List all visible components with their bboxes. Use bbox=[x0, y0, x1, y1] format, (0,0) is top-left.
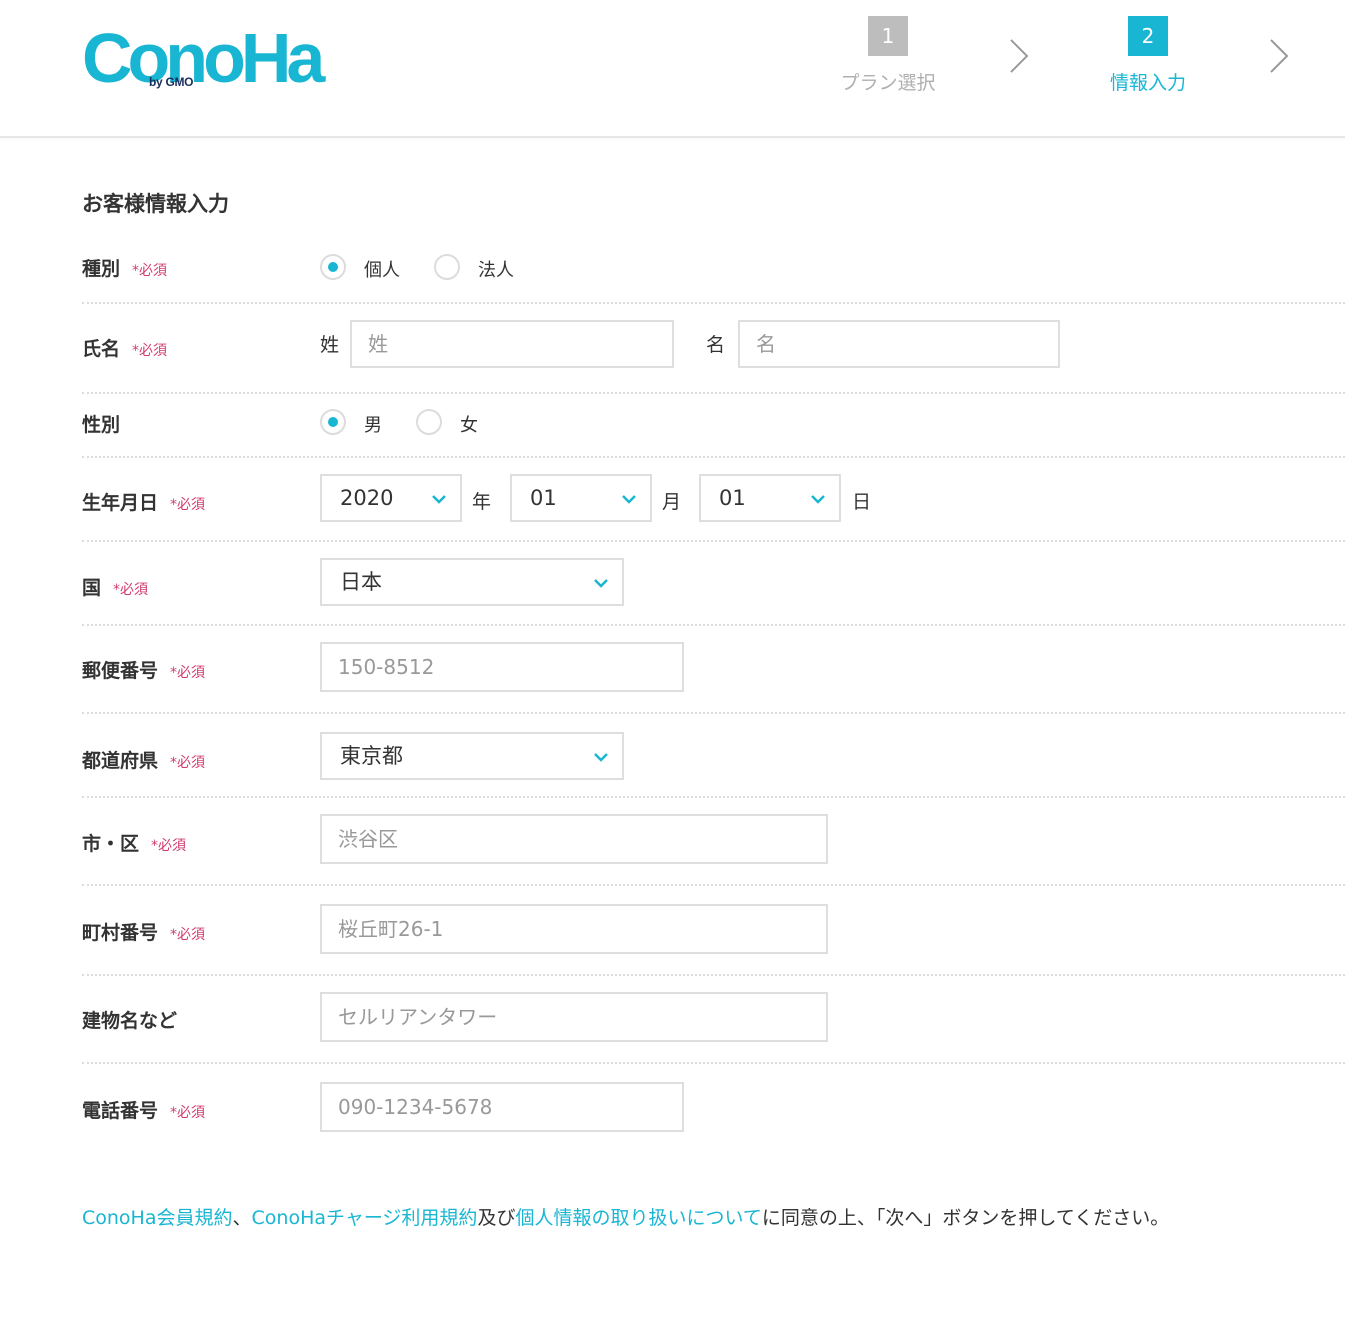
postal-label: 郵便番号 *必須 bbox=[82, 660, 206, 682]
first-name-input[interactable] bbox=[740, 322, 1058, 366]
building-label: 建物名など bbox=[82, 1010, 178, 1032]
gender-label: 性別 bbox=[82, 414, 121, 436]
city-label: 市・区 *必須 bbox=[82, 833, 187, 855]
birth-year-value: 2020 bbox=[340, 486, 394, 510]
link-charge-terms[interactable]: ConoHaチャージ利用規約 bbox=[252, 1207, 478, 1229]
birth-month-select[interactable]: 01 bbox=[510, 474, 652, 522]
chevron-down-icon bbox=[594, 579, 608, 588]
last-name-label: 姓 bbox=[320, 334, 340, 356]
last-name-input[interactable] bbox=[352, 322, 672, 366]
radio-female[interactable] bbox=[416, 409, 442, 435]
step-2-label: 情報入力 bbox=[1109, 72, 1186, 94]
required-badge: *必須 bbox=[151, 838, 187, 854]
chevron-down-icon bbox=[811, 495, 825, 504]
required-badge: *必須 bbox=[170, 497, 206, 513]
birth-year-select[interactable]: 2020 bbox=[320, 474, 462, 522]
postal-input[interactable] bbox=[322, 644, 682, 690]
link-privacy[interactable]: 個人情報の取り扱いについて bbox=[515, 1207, 761, 1229]
month-unit: 月 bbox=[662, 491, 682, 513]
chevron-right-icon bbox=[1010, 39, 1029, 73]
step-1-number: 1 bbox=[868, 16, 908, 56]
header: ConoHa by GMO 1 プラン選択 2 情報入力 bbox=[0, 0, 1345, 138]
required-badge: *必須 bbox=[132, 263, 168, 279]
country-label: 国 *必須 bbox=[82, 577, 149, 599]
conoha-logo[interactable]: ConoHa by GMO bbox=[82, 18, 325, 98]
birth-month-value: 01 bbox=[530, 486, 557, 510]
name-label: 氏名 *必須 bbox=[82, 338, 168, 360]
radio-male[interactable] bbox=[320, 409, 346, 435]
logo-sub-text: by GMO bbox=[149, 75, 194, 89]
first-name-label: 名 bbox=[706, 334, 726, 356]
chevron-down-icon bbox=[432, 495, 446, 504]
city-field bbox=[320, 814, 828, 864]
building-field bbox=[320, 992, 828, 1042]
radio-individual[interactable] bbox=[320, 254, 346, 280]
chevron-down-icon bbox=[594, 753, 608, 762]
prefecture-value: 東京都 bbox=[340, 744, 403, 768]
birthdate-label: 生年月日 *必須 bbox=[82, 492, 206, 514]
country-select[interactable]: 日本 bbox=[320, 558, 624, 606]
birth-day-value: 01 bbox=[719, 486, 746, 510]
radio-male-label: 男 bbox=[364, 415, 382, 436]
form-title: お客様情報入力 bbox=[82, 192, 229, 216]
radio-individual-label: 個人 bbox=[364, 260, 400, 281]
phone-label: 電話番号 *必須 bbox=[82, 1100, 206, 1122]
row-prefecture: 都道府県 *必須 東京都 bbox=[82, 712, 1345, 798]
row-country: 国 *必須 日本 bbox=[82, 540, 1345, 626]
radio-corporate[interactable] bbox=[434, 254, 460, 280]
type-label: 種別 *必須 bbox=[82, 258, 168, 280]
required-badge: *必須 bbox=[113, 582, 149, 598]
city-input[interactable] bbox=[322, 816, 826, 862]
required-badge: *必須 bbox=[170, 1105, 206, 1121]
step-info-input: 2 情報入力 bbox=[1088, 16, 1208, 95]
phone-input[interactable] bbox=[322, 1084, 682, 1130]
chevron-down-icon bbox=[622, 495, 636, 504]
row-street: 町村番号 *必須 bbox=[82, 884, 1345, 976]
postal-field bbox=[320, 642, 684, 692]
row-postal: 郵便番号 *必須 bbox=[82, 624, 1345, 714]
first-name-field bbox=[738, 320, 1060, 368]
building-input[interactable] bbox=[322, 994, 826, 1040]
prefecture-label: 都道府県 *必須 bbox=[82, 750, 206, 772]
last-name-field bbox=[350, 320, 674, 368]
row-city: 市・区 *必須 bbox=[82, 796, 1345, 886]
radio-female-label: 女 bbox=[460, 415, 478, 436]
row-birthdate: 生年月日 *必須 2020 年 01 月 01 日 bbox=[82, 456, 1345, 542]
row-type: 種別 *必須 個人 法人 bbox=[82, 232, 1345, 304]
row-phone: 電話番号 *必須 bbox=[82, 1062, 1345, 1152]
logo-text: ConoHa bbox=[82, 19, 325, 97]
country-value: 日本 bbox=[340, 570, 382, 594]
street-label: 町村番号 *必須 bbox=[82, 922, 206, 944]
chevron-right-icon bbox=[1270, 39, 1289, 73]
prefecture-select[interactable]: 東京都 bbox=[320, 732, 624, 780]
birth-day-select[interactable]: 01 bbox=[699, 474, 841, 522]
terms-agreement-note: ConoHa会員規約、ConoHaチャージ利用規約及び個人情報の取り扱いについて… bbox=[82, 1207, 1170, 1229]
step-plan-select: 1 プラン選択 bbox=[828, 16, 948, 95]
radio-corporate-label: 法人 bbox=[478, 260, 514, 281]
step-2-number: 2 bbox=[1128, 16, 1168, 56]
row-gender: 性別 男 女 bbox=[82, 392, 1345, 458]
link-member-terms[interactable]: ConoHa会員規約 bbox=[82, 1207, 233, 1229]
required-badge: *必須 bbox=[170, 927, 206, 943]
phone-field bbox=[320, 1082, 684, 1132]
step-1-label: プラン選択 bbox=[840, 72, 936, 94]
row-building: 建物名など bbox=[82, 974, 1345, 1064]
required-badge: *必須 bbox=[132, 343, 168, 359]
year-unit: 年 bbox=[472, 491, 492, 513]
required-badge: *必須 bbox=[170, 755, 206, 771]
street-input[interactable] bbox=[322, 906, 826, 952]
required-badge: *必須 bbox=[170, 665, 206, 681]
street-field bbox=[320, 904, 828, 954]
row-name: 氏名*必須 姓 名 bbox=[82, 302, 1345, 394]
day-unit: 日 bbox=[852, 491, 872, 513]
